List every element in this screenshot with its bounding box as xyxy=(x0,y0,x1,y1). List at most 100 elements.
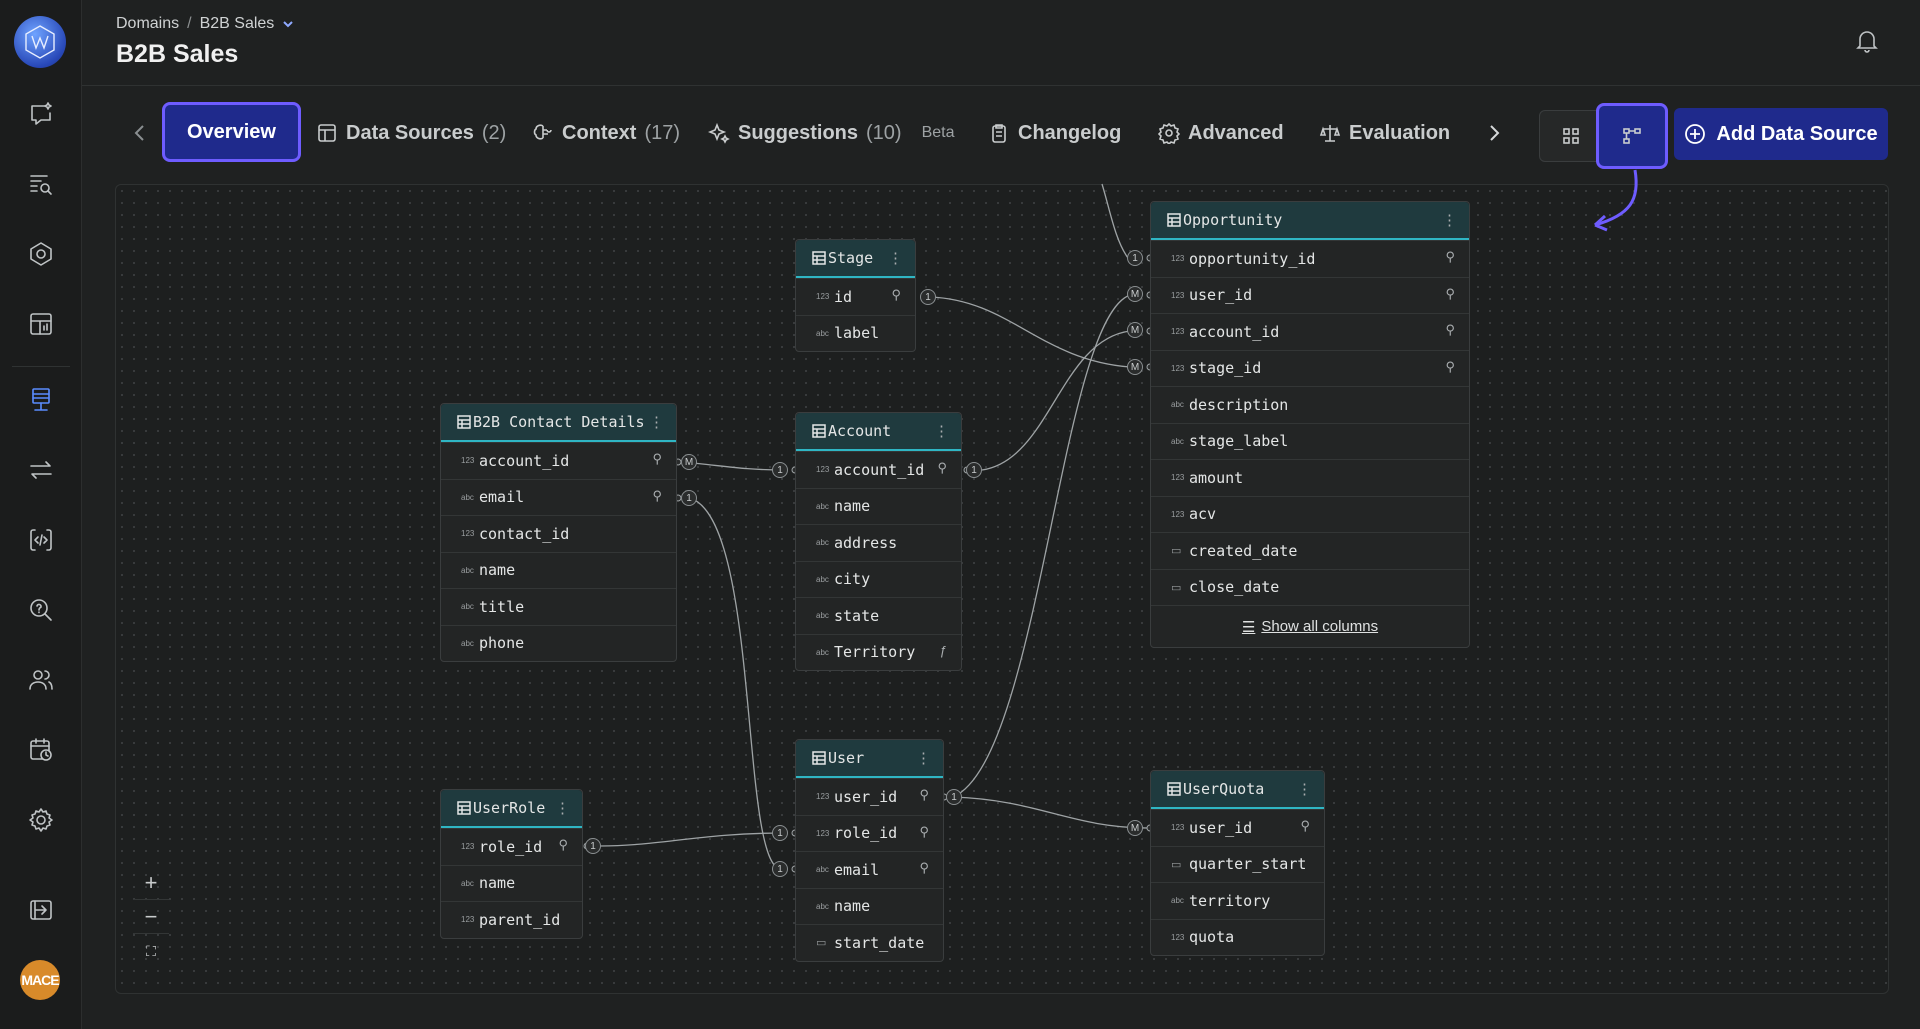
schema-canvas[interactable] xyxy=(115,184,1889,994)
tab-data-sources[interactable]: Data Sources (2) xyxy=(316,104,506,162)
table-menu-icon[interactable]: ⋮ xyxy=(888,249,903,267)
domain-icon[interactable] xyxy=(25,384,57,416)
tab-evaluation[interactable]: Evaluation xyxy=(1319,104,1450,162)
column-row[interactable]: abc Territory ƒ xyxy=(796,633,961,671)
column-row[interactable]: 123 contact_id xyxy=(441,515,676,552)
grid-view-button[interactable] xyxy=(1540,111,1602,161)
table-node-opportunity[interactable]: Opportunity ⋮ 123 opportunity_id ⚲ 123 user_id… xyxy=(1150,201,1470,648)
column-row[interactable]: abc territory xyxy=(1151,882,1324,919)
table-node-stage[interactable]: Stage ⋮ 123 id ⚲ abc label xyxy=(795,239,916,352)
column-row[interactable]: 123 user_id ⚲ xyxy=(1151,809,1324,846)
column-row[interactable]: abc email ⚲ xyxy=(796,851,943,888)
table-menu-icon[interactable]: ⋮ xyxy=(1297,780,1312,798)
table-node-b2b-contact-details[interactable]: B2B Contact Details ⋮ 123 account_id ⚲ abc ema… xyxy=(440,403,677,662)
table-menu-icon[interactable]: ⋮ xyxy=(916,749,931,767)
column-row[interactable]: 123 amount xyxy=(1151,459,1469,496)
column-row[interactable]: abc name xyxy=(796,887,943,925)
column-row[interactable]: 123 parent_id xyxy=(441,901,582,938)
column-row[interactable]: abc name xyxy=(441,864,582,902)
schedule-icon[interactable] xyxy=(25,734,57,766)
breadcrumb-domains[interactable]: Domains xyxy=(116,15,179,33)
column-row[interactable]: abc name xyxy=(796,487,961,525)
breadcrumb-current[interactable]: B2B Sales xyxy=(200,15,275,33)
column-row[interactable]: ▭ close_date xyxy=(1151,568,1469,606)
column-row[interactable]: ▭ quarter_start xyxy=(1151,845,1324,883)
column-row[interactable]: abc title xyxy=(441,588,676,625)
column-row[interactable]: abc name xyxy=(441,551,676,589)
table-header[interactable]: Stage ⋮ xyxy=(796,240,915,278)
logout-icon[interactable] xyxy=(25,894,57,926)
column-row[interactable]: ▭ created_date xyxy=(1151,532,1469,569)
diagram-view-button[interactable] xyxy=(1596,103,1668,169)
column-row[interactable]: abc phone xyxy=(441,624,676,662)
code-icon[interactable] xyxy=(25,524,57,556)
column-row[interactable]: abc address xyxy=(796,524,961,561)
table-header[interactable]: User ⋮ xyxy=(796,740,943,778)
grid-icon xyxy=(1563,128,1579,144)
show-all-columns-link[interactable]: ☰ Show all columns xyxy=(1151,605,1469,647)
column-name: user_id xyxy=(1189,286,1253,305)
search-list-icon[interactable] xyxy=(25,168,57,200)
column-row[interactable]: ▭ start_date xyxy=(796,924,943,961)
table-menu-icon[interactable]: ⋮ xyxy=(649,413,664,431)
table-node-userquota[interactable]: UserQuota ⋮ 123 user_id ⚲ ▭ quarter_start abc te… xyxy=(1150,770,1325,956)
users-icon[interactable] xyxy=(25,664,57,696)
scroll-left-icon[interactable] xyxy=(129,104,151,162)
column-row[interactable]: 123 account_id ⚲ xyxy=(441,442,676,479)
table-node-account[interactable]: Account ⋮ 123 account_id ⚲ abc name abc address a… xyxy=(795,412,962,671)
table-header[interactable]: UserRole ⋮ xyxy=(441,790,582,828)
column-row[interactable]: abc description xyxy=(1151,386,1469,423)
table-menu-icon[interactable]: ⋮ xyxy=(555,799,570,817)
column-row[interactable]: abc city xyxy=(796,560,961,598)
column-row[interactable]: 123 account_id ⚲ xyxy=(1151,313,1469,350)
column-name: title xyxy=(479,597,525,616)
tab-advanced[interactable]: Advanced xyxy=(1158,104,1284,162)
column-row[interactable]: 123 role_id ⚲ xyxy=(796,814,943,852)
tab-context[interactable]: Context (17) xyxy=(532,104,680,162)
column-row[interactable]: 123 quota xyxy=(1151,918,1324,956)
bell-icon[interactable] xyxy=(1854,28,1880,54)
table-header[interactable]: Opportunity ⋮ xyxy=(1151,202,1469,240)
transfer-icon[interactable] xyxy=(25,454,57,486)
table-name: UserQuota xyxy=(1183,780,1265,798)
column-row[interactable]: abc email ⚲ xyxy=(441,478,676,516)
column-row[interactable]: abc stage_label xyxy=(1151,422,1469,460)
app-logo[interactable] xyxy=(14,16,66,68)
column-row[interactable]: 123 account_id ⚲ xyxy=(796,451,961,488)
text-type-icon: abc xyxy=(816,574,829,584)
chevron-down-icon[interactable] xyxy=(282,18,294,30)
hexagon-icon[interactable] xyxy=(25,238,57,270)
scroll-right-icon[interactable] xyxy=(1483,104,1505,162)
table-menu-icon[interactable]: ⋮ xyxy=(934,422,949,440)
column-row[interactable]: abc label xyxy=(796,314,915,352)
column-row[interactable]: 123 role_id ⚲ xyxy=(441,828,582,865)
tab-suggestions[interactable]: Suggestions (10) Beta xyxy=(708,104,955,162)
beta-badge: Beta xyxy=(921,124,955,141)
tab-changelog[interactable]: Changelog xyxy=(988,104,1121,162)
table-header[interactable]: UserQuota ⋮ xyxy=(1151,771,1324,809)
help-search-icon[interactable] xyxy=(25,594,57,626)
add-data-source-button[interactable]: Add Data Source xyxy=(1674,108,1888,160)
table-header[interactable]: Account ⋮ xyxy=(796,413,961,451)
zoom-in-button[interactable]: + xyxy=(133,866,169,900)
table-node-user[interactable]: User ⋮ 123 user_id ⚲ 123 role_id ⚲ abc email ⚲ abc n… xyxy=(795,739,944,962)
tab-overview[interactable]: Overview xyxy=(162,102,301,162)
column-row[interactable]: 123 id ⚲ xyxy=(796,278,915,315)
table-menu-icon[interactable]: ⋮ xyxy=(1442,211,1457,229)
dashboard-icon[interactable] xyxy=(25,308,57,340)
chat-sparkle-icon[interactable] xyxy=(25,98,57,130)
table-header[interactable]: B2B Contact Details ⋮ xyxy=(441,404,676,442)
fit-view-button[interactable]: ⛶ xyxy=(133,934,169,968)
column-name: close_date xyxy=(1189,578,1280,597)
column-row[interactable]: 123 stage_id ⚲ xyxy=(1151,349,1469,387)
column-row[interactable]: 123 acv xyxy=(1151,495,1469,533)
settings-icon[interactable] xyxy=(25,804,57,836)
column-name: amount xyxy=(1189,468,1244,487)
table-node-userrole[interactable]: UserRole ⋮ 123 role_id ⚲ abc name 123 parent_id xyxy=(440,789,583,939)
column-row[interactable]: abc state xyxy=(796,597,961,634)
column-row[interactable]: 123 user_id ⚲ xyxy=(1151,276,1469,314)
column-row[interactable]: 123 opportunity_id ⚲ xyxy=(1151,240,1469,277)
zoom-out-button[interactable]: − xyxy=(133,900,169,934)
avatar[interactable]: MACE xyxy=(20,960,60,1000)
column-row[interactable]: 123 user_id ⚲ xyxy=(796,778,943,815)
